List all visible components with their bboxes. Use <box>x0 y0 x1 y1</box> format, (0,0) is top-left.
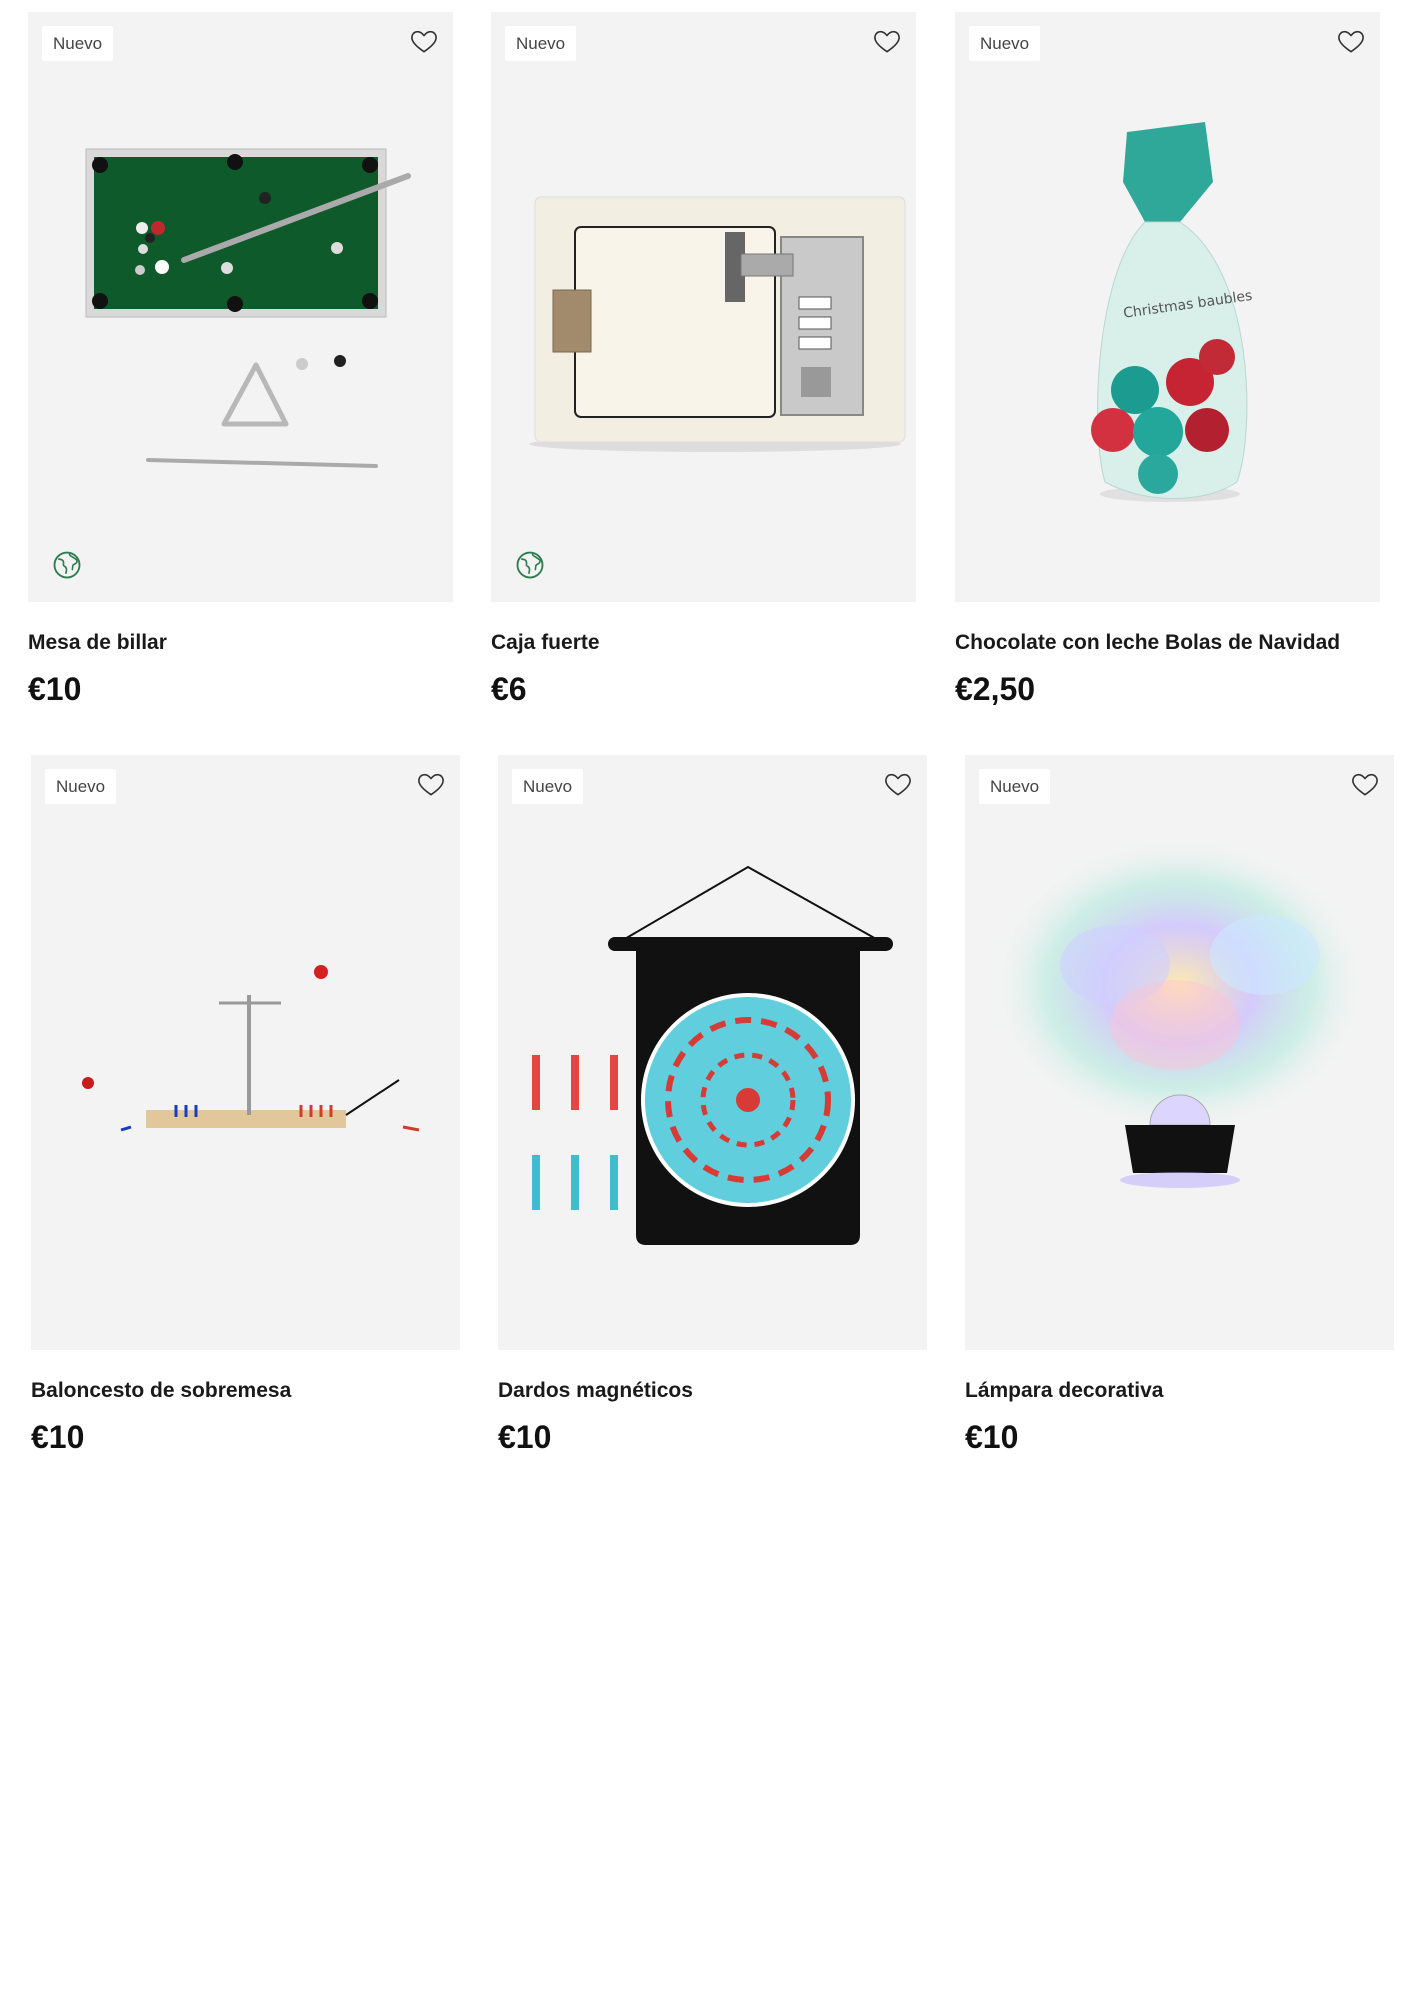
product-card[interactable]: Nuevo Mesa de billar €10 <box>28 12 453 705</box>
new-badge: Nuevo <box>505 26 577 61</box>
heart-icon[interactable] <box>883 769 913 799</box>
chocolate-baubles-image: Christmas baubles <box>1091 122 1253 502</box>
product-card[interactable]: Nuevo Baloncesto de sobremesa €10 <box>31 755 460 1453</box>
product-media[interactable]: Nuevo <box>31 755 460 1350</box>
product-price: €10 <box>498 1419 552 1455</box>
heart-icon[interactable] <box>409 26 439 56</box>
heart-icon[interactable] <box>1350 769 1380 799</box>
magnetic-darts-image <box>532 865 893 1245</box>
product-card[interactable]: Nuevo Caja fuerte €6 <box>491 12 916 705</box>
disco-lamp-image <box>989 835 1369 1188</box>
product-media[interactable]: Nuevo <box>965 755 1394 1350</box>
product-name[interactable]: Mesa de billar <box>28 632 453 653</box>
globe-icon <box>515 550 545 580</box>
product-price: €10 <box>965 1419 1019 1455</box>
product-media[interactable]: Nuevo <box>28 12 453 602</box>
tabletop-basketball-image <box>82 965 420 1132</box>
product-name[interactable]: Chocolate con leche Bolas de Navidad <box>955 632 1380 653</box>
product-card[interactable]: Christmas baubles Nuevo Chocolate con le… <box>955 12 1380 705</box>
product-card[interactable]: Nuevo Dardos magnéticos €10 <box>498 755 927 1453</box>
product-price: €2,50 <box>955 671 1036 707</box>
product-card[interactable]: Nuevo Lámpara decorativa €10 <box>965 755 1394 1453</box>
product-media[interactable]: Nuevo <box>491 12 916 602</box>
product-price: €10 <box>28 671 82 707</box>
product-name[interactable]: Caja fuerte <box>491 632 916 653</box>
new-badge: Nuevo <box>45 769 117 804</box>
product-name[interactable]: Baloncesto de sobremesa <box>31 1380 460 1401</box>
product-price: €10 <box>31 1419 85 1455</box>
new-badge: Nuevo <box>969 26 1041 61</box>
new-badge: Nuevo <box>42 26 114 61</box>
product-name[interactable]: Lámpara decorativa <box>965 1380 1394 1401</box>
new-badge: Nuevo <box>979 769 1051 804</box>
globe-icon <box>52 550 82 580</box>
product-media[interactable]: Christmas baubles Nuevo <box>955 12 1380 602</box>
new-badge: Nuevo <box>512 769 584 804</box>
safe-box-image <box>529 196 906 452</box>
heart-icon[interactable] <box>416 769 446 799</box>
heart-icon[interactable] <box>1336 26 1366 56</box>
product-name[interactable]: Dardos magnéticos <box>498 1380 927 1401</box>
product-media[interactable]: Nuevo <box>498 755 927 1350</box>
product-price: €6 <box>491 671 527 707</box>
heart-icon[interactable] <box>872 26 902 56</box>
pool-table-image <box>85 148 411 468</box>
